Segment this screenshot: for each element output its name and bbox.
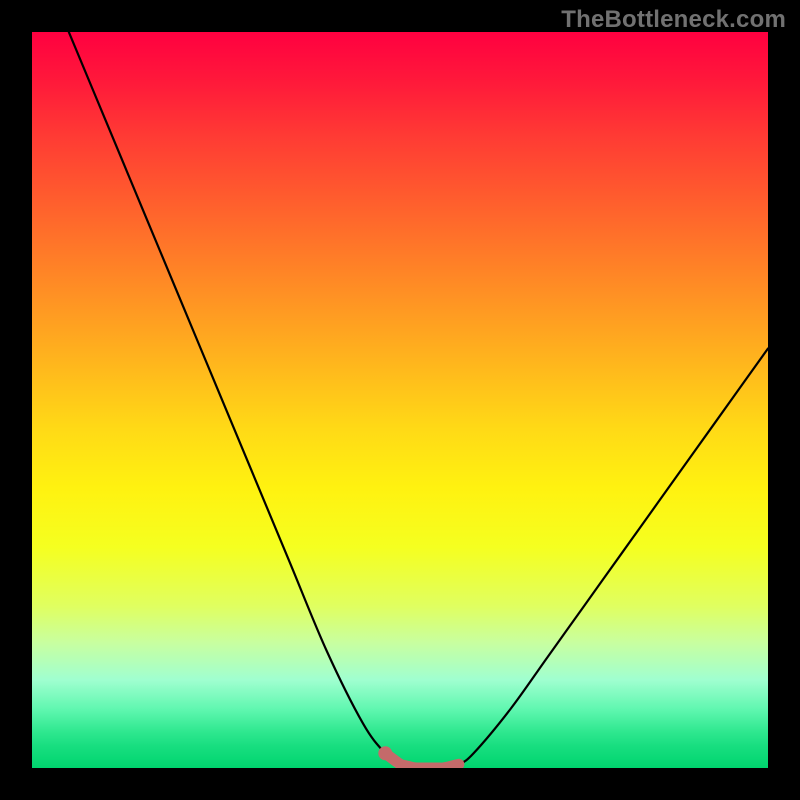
chart-frame: TheBottleneck.com <box>0 0 800 800</box>
plot-area <box>32 32 768 768</box>
gradient-background <box>32 32 768 768</box>
watermark-text: TheBottleneck.com <box>561 6 786 34</box>
